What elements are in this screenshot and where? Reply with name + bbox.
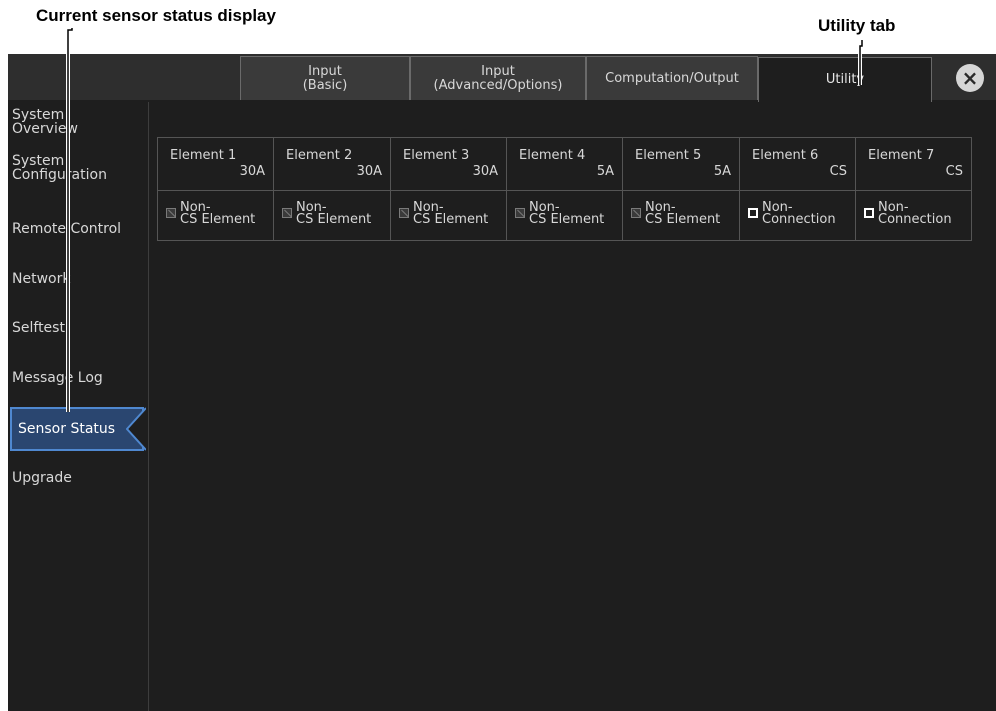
element-7-rating: CS (945, 164, 963, 179)
sidebar-item-remote-control[interactable]: Remote Control (12, 222, 146, 236)
element-3-status: Non- CS Element (413, 200, 489, 227)
element-2-rating: 30A (356, 164, 382, 179)
callout-utility-tab: Utility tab (818, 16, 896, 35)
element-7-column: Element 7 CS Non- Connection (856, 138, 971, 240)
element-3-column: Element 3 30A Non- CS Element (391, 138, 507, 240)
element-6-status: Non- Connection (762, 200, 836, 227)
element-3-checkbox (399, 208, 409, 218)
element-1-rating: 30A (239, 164, 265, 179)
element-4-name: Element 4 (519, 148, 586, 163)
sidebar-item-selftest[interactable]: Selftest (12, 321, 146, 335)
element-4-status: Non- CS Element (529, 200, 605, 227)
element-5-column: Element 5 5A Non- CS Element (623, 138, 740, 240)
element-2-status: Non- CS Element (296, 200, 372, 227)
element-6-rating: CS (829, 164, 847, 179)
sensor-status-table: Element 1 30A Non- CS Element Element 2 3… (157, 137, 972, 241)
element-6-name: Element 6 (752, 148, 819, 163)
sidebar-item-upgrade[interactable]: Upgrade (12, 471, 146, 485)
element-7-checkbox[interactable] (864, 208, 874, 218)
sidebar-item-system-configuration[interactable]: System Configuration (12, 154, 146, 182)
close-button[interactable]: × (956, 64, 984, 92)
close-icon: × (961, 66, 979, 90)
element-4-column: Element 4 5A Non- CS Element (507, 138, 623, 240)
element-1-column: Element 1 30A Non- CS Element (158, 138, 274, 240)
element-1-checkbox (166, 208, 176, 218)
sidebar-item-system-overview[interactable]: System Overview (12, 108, 146, 136)
active-pointer-icon (126, 407, 146, 451)
element-1-name: Element 1 (170, 148, 237, 163)
element-5-name: Element 5 (635, 148, 702, 163)
element-5-checkbox (631, 208, 641, 218)
element-6-checkbox[interactable] (748, 208, 758, 218)
sidebar: System Overview System Configuration Remot… (8, 102, 149, 711)
tab-input-advanced-options[interactable]: Input (Advanced/Options) (410, 56, 586, 100)
instrument-screen: Input (Basic) Input (Advanced/Options) Com… (8, 54, 996, 711)
tab-utility[interactable]: Utility (758, 57, 932, 102)
sidebar-item-message-log[interactable]: Message Log (12, 371, 146, 385)
element-5-status: Non- CS Element (645, 200, 721, 227)
element-2-checkbox (282, 208, 292, 218)
sidebar-item-sensor-status[interactable]: Sensor Status (10, 407, 144, 451)
element-2-name: Element 2 (286, 148, 353, 163)
element-5-rating: 5A (713, 164, 731, 179)
element-7-name: Element 7 (868, 148, 935, 163)
element-1-status: Non- CS Element (180, 200, 256, 227)
tab-computation-output[interactable]: Computation/Output (586, 56, 758, 100)
element-4-checkbox (515, 208, 525, 218)
element-7-status: Non- Connection (878, 200, 952, 227)
tab-bar: Input (Basic) Input (Advanced/Options) Com… (8, 54, 996, 102)
element-3-name: Element 3 (403, 148, 470, 163)
tab-input-basic[interactable]: Input (Basic) (240, 56, 410, 100)
element-6-column: Element 6 CS Non- Connection (740, 138, 856, 240)
element-2-column: Element 2 30A Non- CS Element (274, 138, 391, 240)
element-3-rating: 30A (472, 164, 498, 179)
sidebar-item-network[interactable]: Network (12, 272, 146, 286)
callout-current-sensor-status: Current sensor status display (36, 6, 276, 25)
element-4-rating: 5A (596, 164, 614, 179)
